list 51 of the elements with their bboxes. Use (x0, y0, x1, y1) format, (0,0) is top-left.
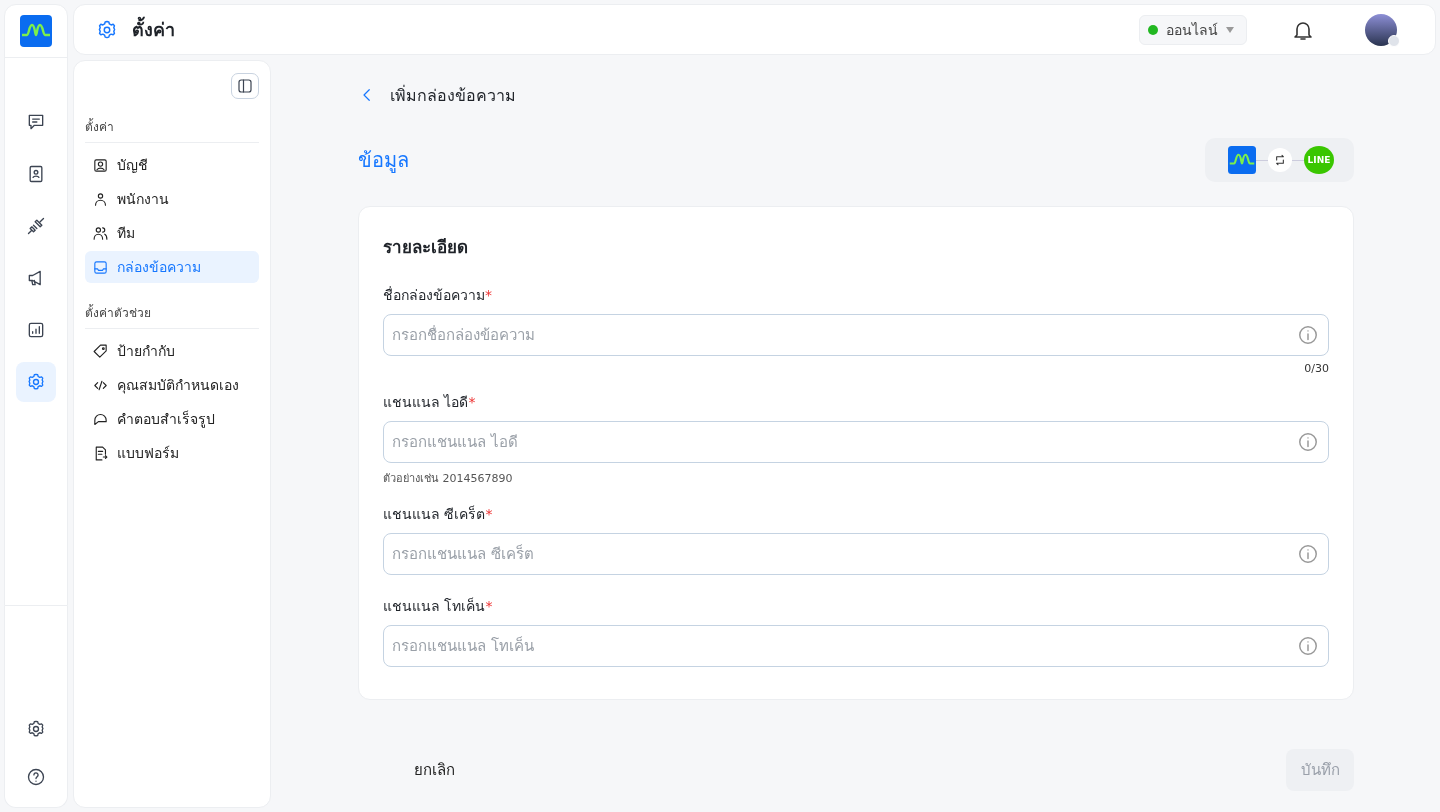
line-logo: LINE (1304, 146, 1334, 174)
cancel-button[interactable]: ยกเลิก (358, 748, 511, 792)
sidebar-item[interactable]: คุณสมบัติกำหนดเอง (85, 369, 259, 401)
sidebar-item[interactable]: พนักงาน (85, 183, 259, 215)
settings-icon (26, 372, 46, 392)
section-heading: ตั้งค่าตัวช่วย (85, 295, 259, 329)
sidebar-item[interactable]: แบบฟอร์ม (85, 437, 259, 469)
input-field[interactable]: กรอกแชนแนล ไอดี (383, 421, 1329, 463)
input-field[interactable]: กรอกแชนแนล โทเค็น (383, 625, 1329, 667)
input-field[interactable]: กรอกชื่อกล่องข้อความ (383, 314, 1329, 356)
sidebar-item[interactable]: ทีม (85, 217, 259, 249)
info-icon (1297, 635, 1319, 657)
chart-icon (26, 320, 46, 340)
field-label: แชนแนล ซีเคร็ต* (383, 504, 494, 524)
chat-icon (26, 112, 46, 132)
people-icon (92, 224, 109, 242)
section-heading: ตั้งค่า (85, 109, 259, 143)
inbox-icon (92, 258, 109, 276)
tag-icon (92, 342, 109, 360)
sidebar-item[interactable]: คำตอบสำเร็จรูป (85, 403, 259, 435)
input-field[interactable]: กรอกแชนแนล ซีเคร็ต (383, 533, 1329, 575)
settings-icon (26, 719, 46, 739)
person-icon (92, 190, 109, 208)
sidebar-item[interactable]: ป้ายกำกับ (85, 335, 259, 367)
info-icon (1297, 324, 1319, 346)
field-label: แชนแนล ไอดี* (383, 393, 477, 412)
plug-icon (26, 216, 46, 236)
settings-button[interactable] (26, 719, 46, 739)
app-logo (1228, 146, 1256, 174)
account-icon (92, 156, 109, 174)
section-title: ข้อมูล (358, 147, 409, 175)
sidebar-item[interactable]: กล่องข้อความ (85, 251, 259, 283)
help-button[interactable] (26, 767, 46, 787)
avatar[interactable] (1365, 13, 1397, 46)
page-title: ตั้งค่า (132, 15, 1139, 44)
field-label: ชื่อกล่องข้อความ* (383, 285, 493, 305)
settings-icon (96, 18, 118, 41)
help-icon (26, 767, 46, 787)
card-title: รายละเอียด (383, 236, 469, 259)
character-counter: 0/30 (1303, 362, 1329, 375)
sidebar-item[interactable]: บัญชี (85, 149, 259, 181)
breadcrumb-title: เพิ่มกล่องข้อความ (390, 84, 516, 107)
field-label: แชนแนล โทเค็น* (383, 596, 494, 616)
app-logo (20, 15, 52, 47)
info-icon (1297, 431, 1319, 453)
status-dropdown[interactable]: ออนไลน์ (1139, 14, 1247, 45)
caret-icon (1226, 26, 1234, 33)
panel-icon (236, 77, 254, 95)
field-hint: ตัวอย่างเช่น 2014567890 (383, 471, 514, 487)
sidebar-toggle-button[interactable] (231, 73, 259, 99)
info-icon (1297, 543, 1319, 565)
